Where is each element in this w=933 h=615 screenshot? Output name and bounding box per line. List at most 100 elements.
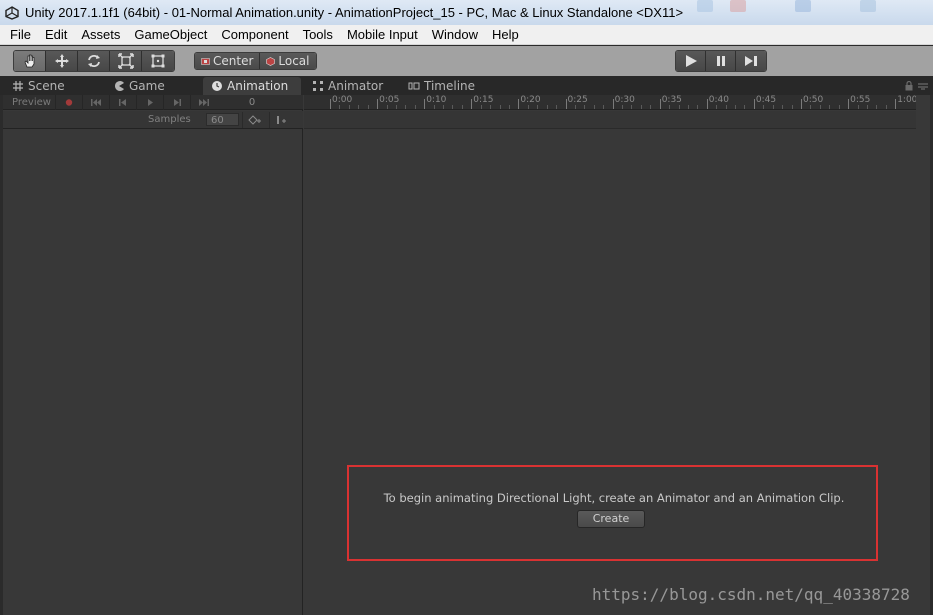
timeline-minor-tick [763, 105, 765, 109]
main-toolbar: Center Local [0, 46, 933, 76]
timeline-major-tick [895, 99, 897, 109]
tab-scene-label: Scene [28, 79, 65, 93]
timeline-minor-tick [461, 105, 463, 109]
timeline-icon [408, 82, 420, 90]
timeline-minor-tick [603, 105, 605, 109]
timeline-major-tick [659, 99, 661, 109]
window-title: Unity 2017.1.1f1 (64bit) - 01-Normal Ani… [25, 5, 684, 20]
timeline-major-tick [330, 99, 331, 109]
menu-tools[interactable]: Tools [296, 25, 340, 45]
scene-grid-icon [13, 81, 23, 91]
timeline-minor-tick [791, 105, 793, 109]
timeline-major-tick [518, 99, 520, 109]
hand-tool-button[interactable] [14, 51, 46, 71]
tab-game[interactable]: Game [113, 77, 165, 95]
timeline-major-tick [377, 99, 379, 109]
timeline-minor-tick [735, 105, 737, 109]
timeline-minor-tick [537, 105, 539, 109]
tab-game-label: Game [129, 79, 165, 93]
tab-animator[interactable]: Animator [312, 77, 383, 95]
timeline-major-tick [424, 99, 426, 109]
add-event-button[interactable] [269, 111, 293, 128]
menu-mobile-input[interactable]: Mobile Input [340, 25, 425, 45]
timeline-tick-label: 0:20 [520, 95, 541, 105]
tab-animation-label: Animation [227, 79, 289, 93]
event-strip[interactable] [304, 111, 916, 129]
menu-window[interactable]: Window [425, 25, 485, 45]
pivot-local-button[interactable]: Local [260, 53, 316, 69]
menu-gameobject[interactable]: GameObject [127, 25, 214, 45]
blurred-taskbar-item [730, 0, 746, 12]
highlight-box [347, 465, 878, 561]
timeline-tick-label: 0:45 [755, 95, 777, 105]
menu-edit[interactable]: Edit [38, 25, 74, 45]
playback-controls [675, 50, 767, 72]
play-animation-icon [148, 98, 153, 106]
local-cube-icon [266, 56, 276, 66]
rotate-tool-button[interactable] [78, 51, 110, 71]
pivot-center-button[interactable]: Center [195, 53, 261, 69]
record-button[interactable] [55, 94, 82, 110]
tab-timeline[interactable]: Timeline [408, 77, 475, 95]
timeline-minor-tick [857, 105, 859, 109]
timeline-major-tick [471, 99, 473, 109]
animation-clock-icon [212, 81, 222, 91]
first-keyframe-button[interactable] [82, 94, 109, 110]
tab-animation[interactable]: Animation [203, 77, 301, 95]
step-button[interactable] [736, 51, 766, 71]
prev-keyframe-icon [119, 98, 126, 106]
menu-component[interactable]: Component [214, 25, 295, 45]
tab-scene[interactable]: Scene [12, 77, 65, 95]
menu-file[interactable]: File [0, 25, 38, 45]
game-pacman-icon [115, 81, 124, 91]
scale-tool-button[interactable] [110, 51, 142, 71]
timeline-minor-tick [395, 105, 397, 109]
vertical-scroll-area[interactable] [916, 95, 930, 615]
samples-field[interactable]: 60 [206, 113, 239, 126]
timeline-minor-tick [640, 105, 642, 109]
move-tool-button[interactable] [46, 51, 78, 71]
add-keyframe-button[interactable] [242, 111, 266, 128]
play-button[interactable] [676, 51, 706, 71]
next-keyframe-button[interactable] [163, 94, 190, 110]
timeline-minor-tick [556, 105, 558, 109]
timeline-minor-tick [348, 105, 350, 109]
watermark-text: https://blog.csdn.net/qq_40338728 [592, 585, 910, 604]
menu-help[interactable]: Help [485, 25, 526, 45]
menu-assets[interactable]: Assets [74, 25, 127, 45]
rect-tool-icon [151, 54, 165, 68]
timeline-minor-tick [866, 105, 868, 109]
timeline-minor-tick [452, 105, 454, 109]
pivot-controls: Center Local [194, 52, 317, 70]
timeline-tick-label: 0:05 [379, 95, 400, 105]
timeline-minor-tick [339, 105, 341, 109]
unity-logo-icon [5, 5, 19, 20]
add-event-icon [276, 115, 286, 124]
panel-menu-icon[interactable] [918, 83, 928, 91]
rotate-tool-icon [87, 55, 100, 67]
timeline-tick-label: 0:25 [567, 95, 588, 105]
blurred-taskbar-item [860, 0, 876, 12]
lock-icon[interactable] [905, 81, 913, 91]
hand-tool-icon [24, 54, 34, 68]
timeline-tick-label: 0:50 [803, 95, 824, 105]
timeline-minor-tick [876, 105, 878, 109]
timeline-minor-tick [829, 105, 831, 109]
animator-nodes-icon [313, 81, 323, 91]
pause-button[interactable] [706, 51, 736, 71]
current-frame-field[interactable]: 0 [221, 96, 283, 109]
play-animation-button[interactable] [136, 94, 163, 110]
rect-tool-button[interactable] [142, 51, 174, 71]
record-icon [65, 98, 73, 106]
timeline-minor-tick [687, 105, 689, 109]
prev-keyframe-button[interactable] [109, 94, 136, 110]
timeline-tick-label: 0:30 [614, 95, 635, 105]
timeline-ruler[interactable]: 0:00 0:05 0:10 0:15 0:20 0:25 0:30 0:35 0:40 0:45… [304, 95, 917, 110]
scale-tool-icon [117, 53, 134, 69]
last-keyframe-button[interactable] [190, 94, 217, 110]
timeline-minor-tick [744, 105, 746, 109]
preview-toggle[interactable]: Preview [3, 97, 55, 108]
timeline-minor-tick [358, 105, 360, 109]
timeline-minor-tick [490, 105, 492, 109]
timeline-minor-tick [386, 105, 388, 109]
